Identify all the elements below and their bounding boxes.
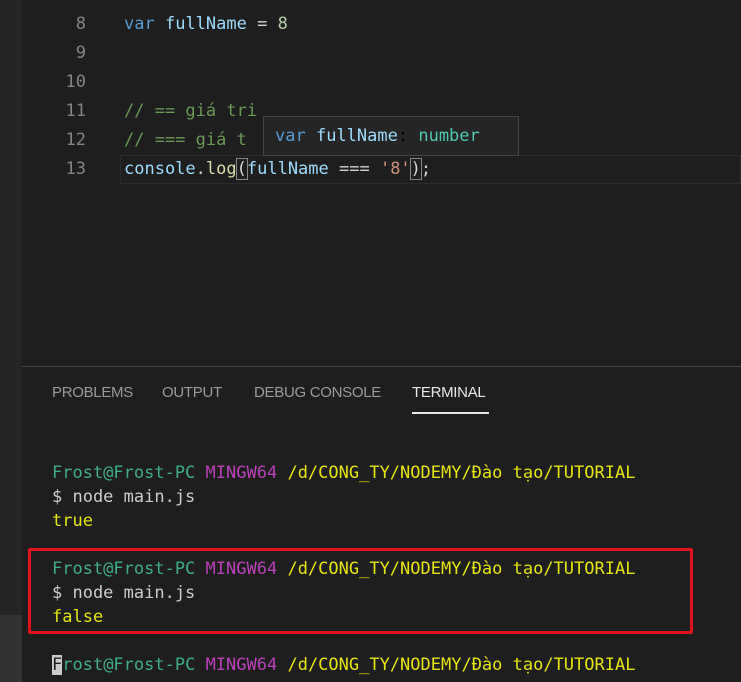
- line-number: 11: [65, 101, 86, 121]
- code-line-8: var fullName = 8: [124, 14, 288, 34]
- activity-bar-item[interactable]: [0, 615, 22, 682]
- tab-debug-console[interactable]: DEBUG CONSOLE: [254, 384, 381, 401]
- code-line-11: // == giá tri: [124, 101, 258, 121]
- line-number: 9: [75, 43, 86, 63]
- line-number: 8: [75, 14, 86, 34]
- terminal-prompt: Frost@Frost-PC MINGW64 /d/CONG_TY/NODEMY…: [52, 463, 636, 483]
- code-line-12: // === giá t: [124, 130, 247, 150]
- terminal-command: $ node main.js: [52, 487, 196, 507]
- tab-problems[interactable]: PROBLEMS: [52, 384, 133, 401]
- code-line-13: console.log(fullName === '8');: [124, 158, 432, 180]
- line-number: 12: [65, 130, 86, 150]
- active-tab-underline: [412, 412, 489, 414]
- activity-bar: [0, 0, 22, 682]
- panel-divider[interactable]: [22, 366, 741, 367]
- terminal-prompt: Frost@Frost-PC MINGW64 /d/CONG_TY/NODEMY…: [52, 655, 636, 675]
- tab-terminal[interactable]: TERMINAL: [412, 384, 486, 401]
- terminal-cursor: F: [52, 655, 63, 675]
- line-number: 13: [65, 159, 86, 179]
- line-number: 10: [65, 72, 86, 92]
- terminal-output: true: [52, 511, 93, 531]
- tab-output[interactable]: OUTPUT: [162, 384, 222, 401]
- hover-tooltip: var fullName: number: [263, 116, 519, 156]
- highlight-box: [28, 548, 693, 634]
